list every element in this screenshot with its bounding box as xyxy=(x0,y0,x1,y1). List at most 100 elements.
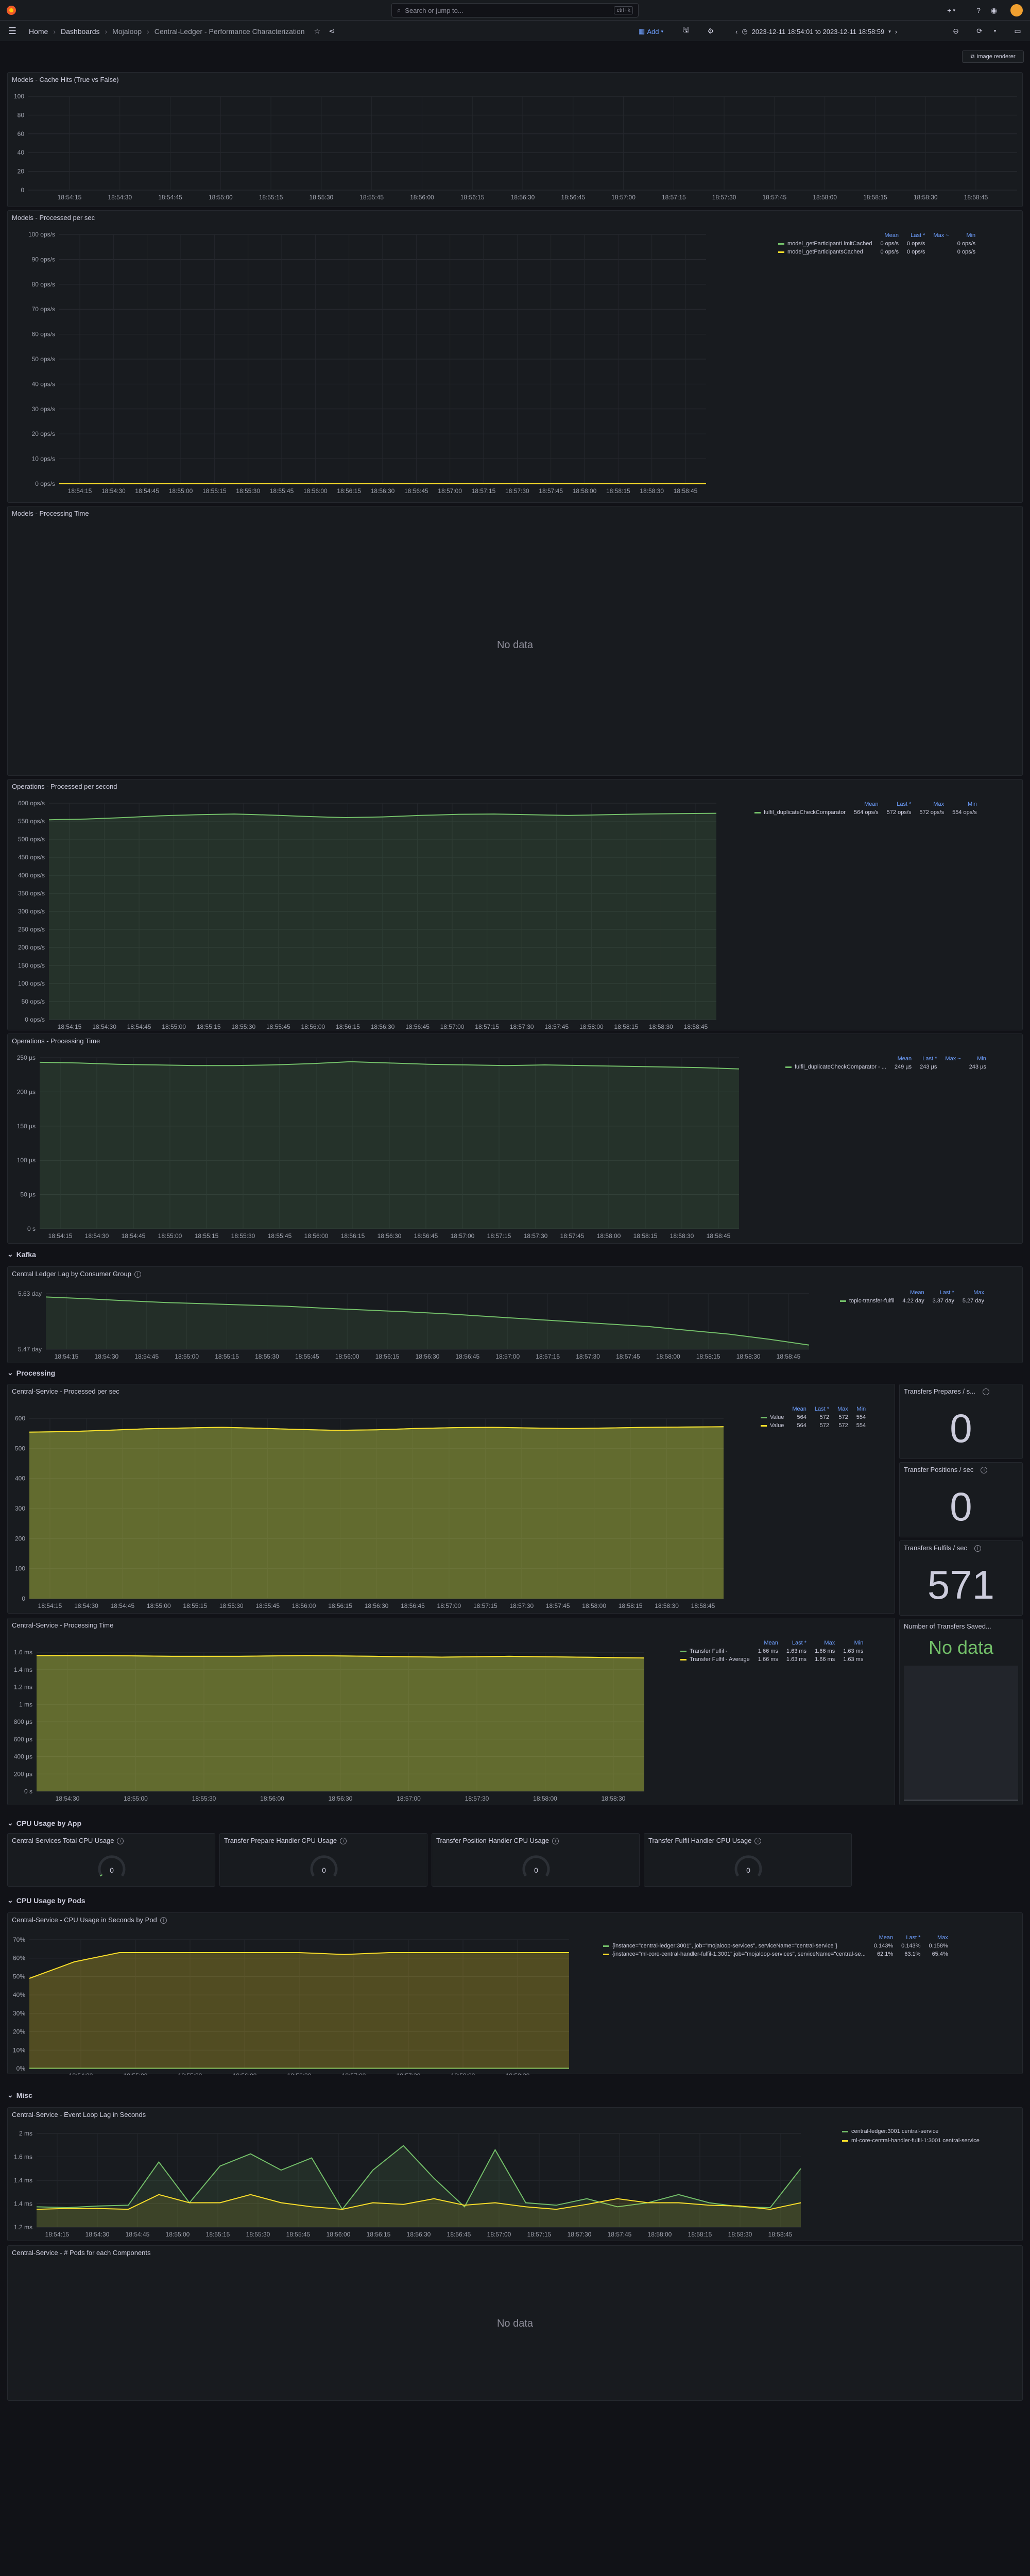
x-tick-label: 18:57:45 xyxy=(546,1602,570,1609)
panel-title[interactable]: Transfer Prepare Handler CPU Usage i xyxy=(224,1837,347,1845)
y-tick-label: 2 ms xyxy=(19,2130,32,2137)
time-picker[interactable]: ‹ ◷ 2023-12-11 18:54:01 to 2023-12-11 18… xyxy=(735,25,936,38)
legend-swatch xyxy=(785,1066,792,1068)
chevron-left-icon[interactable]: ‹ xyxy=(735,28,737,36)
x-tick-label: 18:54:15 xyxy=(45,2231,70,2238)
info-icon[interactable]: i xyxy=(340,1838,347,1845)
panel-title[interactable]: Transfers Fulfils / sec i xyxy=(904,1544,982,1552)
menu-icon[interactable]: ☰ xyxy=(7,26,18,36)
panel-operations-processed: Operations - Processed per second 600 op… xyxy=(7,779,1023,1030)
legend-row[interactable]: Transfer Fulfil - 1.66 ms 1.63 ms 1.66 ms 1.… xyxy=(680,1647,867,1655)
legend-row[interactable]: model_getParticipantLimitCached 0 ops/s 0 … xyxy=(778,240,980,248)
x-tick-label: 18:56:00 xyxy=(304,1232,329,1240)
y-tick-label: 5.47 day xyxy=(18,1346,42,1353)
new-button[interactable]: + ▾ xyxy=(943,5,959,15)
chevron-down-icon: ⌄ xyxy=(7,1368,13,1377)
rss-icon[interactable]: ◉ xyxy=(989,5,999,15)
panel-title[interactable]: Number of Transfers Saved... xyxy=(904,1622,991,1630)
x-tick-label: 18:57:30 xyxy=(510,1023,534,1030)
help-icon[interactable]: ? xyxy=(973,5,984,15)
legend-row[interactable]: Value 564 572 572 554 xyxy=(761,1413,870,1421)
legend-cell: 572 ops/s xyxy=(886,809,912,816)
refresh-interval-dropdown[interactable]: ▾ xyxy=(991,26,999,36)
row-cpu-app[interactable]: ⌄ CPU Usage by App xyxy=(7,1819,81,1827)
star-icon[interactable]: ☆ xyxy=(314,27,321,36)
row-cpu-pods[interactable]: ⌄ CPU Usage by Pods xyxy=(7,1896,85,1905)
legend-row[interactable]: Mean Last * Max xyxy=(603,1934,952,1942)
panel-title[interactable]: Models - Processing Time xyxy=(12,510,89,517)
chart-operations-processed: 600 ops/s 550 ops/s 500 ops/s 450 ops/s 400 … xyxy=(18,800,717,1030)
info-icon[interactable]: i xyxy=(754,1838,762,1845)
legend-row[interactable]: Value 564 572 572 554 xyxy=(761,1421,870,1430)
panel-title-text: Transfers Fulfils / sec xyxy=(904,1544,968,1552)
x-tick-label: 18:57:30 xyxy=(568,2231,592,2238)
legend-row[interactable]: model_getParticipantsCached 0 ops/s 0 ops/… xyxy=(778,248,980,256)
row-misc[interactable]: ⌄ Misc xyxy=(7,2091,32,2099)
avatar[interactable] xyxy=(1010,4,1023,16)
chevron-down-icon: ⌄ xyxy=(7,1896,13,1904)
grafana-logo-icon[interactable] xyxy=(5,4,18,16)
legend-row[interactable]: {instance="ml-core-central-handler-fulfi… xyxy=(603,1950,952,1958)
legend-row[interactable]: fulfil_duplicateCheckComparator 564 ops/s… xyxy=(754,808,981,817)
breadcrumb-dashboards[interactable]: Dashboards xyxy=(61,27,100,36)
legend-swatch xyxy=(840,1300,846,1302)
legend-row[interactable]: Mean Last * Max Min xyxy=(761,1405,870,1413)
breadcrumb-home[interactable]: Home xyxy=(29,27,48,36)
x-tick-label: 18:56:30 xyxy=(371,1023,395,1030)
legend-operations-processed: Mean Last * Max Min fulfil_duplicateCheckCom… xyxy=(754,800,981,817)
gear-icon[interactable]: ⚙ xyxy=(706,26,716,36)
refresh-button[interactable]: ⟳ xyxy=(972,26,987,36)
share-icon[interactable]: ⋖ xyxy=(329,27,335,36)
legend-row[interactable]: ml-core-central-handler-fulfil-1:3001 ce… xyxy=(842,2138,980,2144)
chart-models-processed: 100 ops/s 90 ops/s 80 ops/s 70 ops/s 60 ops/… xyxy=(28,231,706,495)
info-icon[interactable]: i xyxy=(552,1838,559,1845)
info-icon[interactable]: i xyxy=(981,1467,988,1474)
x-tick-label: 18:55:00 xyxy=(147,1602,171,1609)
add-button[interactable]: ▦ Add ▾ xyxy=(632,25,670,38)
legend-row[interactable]: Mean Last * Max ~ Min xyxy=(778,231,980,240)
y-tick-label: 70% xyxy=(13,1936,25,1943)
stat-value: 571 xyxy=(927,1562,995,1607)
panel-title[interactable]: Central-Service - # Pods for each Compon… xyxy=(12,2249,151,2257)
legend-row[interactable]: fulfil_duplicateCheckComparator - ... 249… xyxy=(785,1063,990,1071)
legend-row[interactable]: Mean Last * Max ~ Min xyxy=(785,1055,990,1063)
panel-title[interactable]: Transfers Prepares / s... i xyxy=(904,1387,989,1396)
x-tick-label: 18:57:15 xyxy=(487,1232,511,1240)
search-input[interactable]: ⌕ Search or jump to... ctrl+k xyxy=(391,3,639,18)
panel-title[interactable]: Transfer Fulfil Handler CPU Usage i xyxy=(648,1837,762,1845)
x-tick-label: 18:58:45 xyxy=(768,2231,793,2238)
legend-cell: 572 xyxy=(838,1422,848,1429)
chevron-right-icon[interactable]: › xyxy=(895,28,897,36)
panel-title[interactable]: Transfer Position Handler CPU Usage i xyxy=(436,1837,559,1845)
y-tick-label: 1.4 ms xyxy=(14,2177,32,2184)
legend-cell: Last * xyxy=(814,1406,829,1412)
add-label: Add xyxy=(647,27,659,36)
zoom-out-icon[interactable]: ⊖ xyxy=(951,26,961,36)
row-kafka[interactable]: ⌄ Kafka xyxy=(7,1250,36,1259)
x-tick-label: 18:58:15 xyxy=(696,1353,720,1360)
info-icon[interactable]: i xyxy=(117,1838,124,1845)
legend-cell xyxy=(680,1639,754,1647)
info-icon[interactable]: i xyxy=(974,1545,982,1552)
breadcrumb-folder[interactable]: Mojaloop xyxy=(112,27,142,36)
x-tick-label: 18:56:00 xyxy=(410,194,434,201)
legend-row[interactable]: topic-transfer-fulfil 4.22 day 3.37 day 5.2… xyxy=(840,1297,988,1305)
legend-row[interactable]: Transfer Fulfil - Average 1.66 ms 1.63 ms 1… xyxy=(680,1655,867,1664)
y-tick-label: 10% xyxy=(13,2046,25,2054)
image-renderer-button[interactable]: ⧉ Image renderer xyxy=(962,50,1024,63)
tv-mode-icon[interactable]: ▭ xyxy=(1012,26,1023,36)
legend-row[interactable]: Mean Last * Max Min xyxy=(754,800,981,808)
panel-title[interactable]: Transfer Positions / sec i xyxy=(904,1466,988,1474)
legend-row[interactable]: Mean Last * Max Min xyxy=(680,1639,867,1647)
info-icon[interactable]: i xyxy=(982,1388,989,1396)
gauge-value: 0 xyxy=(534,1866,538,1874)
legend-row[interactable]: Mean Last * Max xyxy=(840,1289,988,1297)
row-processing[interactable]: ⌄ Processing xyxy=(7,1368,55,1377)
legend-row[interactable]: central-ledger:3001 central-service xyxy=(842,2128,980,2134)
x-tick-label: 18:57:15 xyxy=(527,2231,552,2238)
x-tick-label: 18:57:45 xyxy=(616,1353,640,1360)
x-tick-label: 18:58:00 xyxy=(573,487,597,495)
legend-row[interactable]: {instance="central-ledger:3001", job="mo… xyxy=(603,1942,952,1950)
save-icon[interactable]: 🖫 xyxy=(681,26,691,36)
panel-title[interactable]: Central Services Total CPU Usage i xyxy=(12,1837,124,1845)
